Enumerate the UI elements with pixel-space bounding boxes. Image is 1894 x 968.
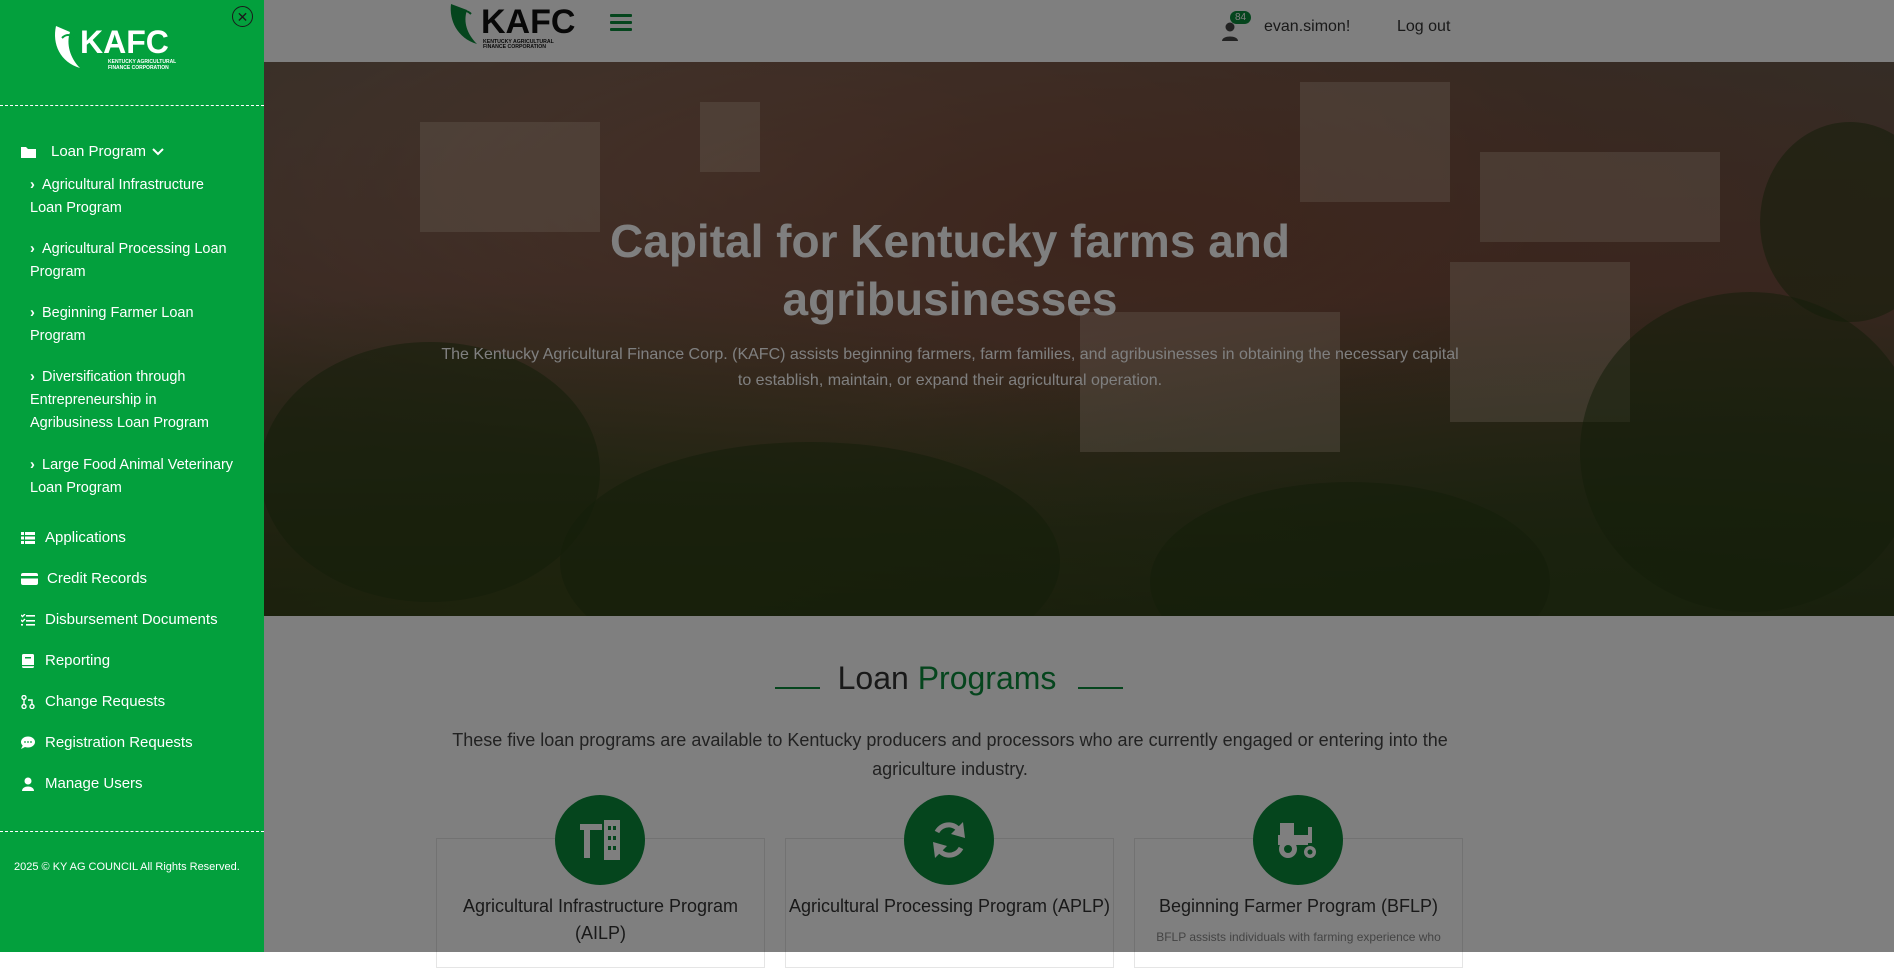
sidebar-item-change-requests[interactable]: Change Requests xyxy=(20,693,165,710)
sidebar-subitem-label: Agricultural Infrastructure Loan Program xyxy=(30,177,204,216)
modal-backdrop[interactable] xyxy=(0,0,1894,952)
sidebar-item-registration-requests[interactable]: Registration Requests xyxy=(20,734,193,751)
sidebar-item-manage-users[interactable]: Manage Users xyxy=(20,775,143,792)
chevron-down-icon xyxy=(152,143,164,160)
credit-card-icon xyxy=(20,571,38,587)
sidebar-item-reporting[interactable]: Reporting xyxy=(20,652,110,669)
sidebar-subitem-label: Diversification through Entrepreneurship… xyxy=(30,369,209,431)
sidebar-subitem-label: Agricultural Processing Loan Program xyxy=(30,241,227,280)
chevron-right-icon: › xyxy=(30,241,35,257)
sidebar-divider-top xyxy=(0,105,264,106)
sidebar-footer: 2025 © KY AG COUNCIL All Rights Reserved… xyxy=(14,861,240,873)
sidebar-item-label: Registration Requests xyxy=(45,734,193,751)
sidebar-item-applications[interactable]: Applications xyxy=(20,529,126,546)
sidebar-item-label: Applications xyxy=(45,529,126,546)
chevron-right-icon: › xyxy=(30,305,35,321)
user-icon xyxy=(20,776,36,792)
table-list-icon xyxy=(20,530,36,546)
sidebar-subitem-ailp[interactable]: › Agricultural Infrastructure Loan Progra… xyxy=(30,174,240,220)
close-sidebar-icon[interactable]: ✕ xyxy=(232,6,253,27)
sidebar-subitem-label: Beginning Farmer Loan Program xyxy=(30,305,194,344)
svg-text:KAFC: KAFC xyxy=(80,24,169,60)
sidebar-subitem-label: Large Food Animal Veterinary Loan Progra… xyxy=(30,457,234,496)
sidebar-item-label: Loan Program xyxy=(51,143,147,160)
sidebar-item-label: Change Requests xyxy=(45,693,166,710)
sidebar-subitem-aplp[interactable]: › Agricultural Processing Loan Program xyxy=(30,238,240,284)
code-pull-icon xyxy=(20,694,36,710)
sidebar: KAFC KENTUCKY AGRICULTURAL FINANCE CORPO… xyxy=(0,0,264,952)
chevron-right-icon: › xyxy=(30,369,35,385)
chevron-right-icon: › xyxy=(30,457,35,473)
sidebar-item-label: Reporting xyxy=(45,652,111,669)
comment-icon xyxy=(20,735,36,751)
svg-text:FINANCE CORPORATION: FINANCE CORPORATION xyxy=(108,65,169,71)
sidebar-item-label: Credit Records xyxy=(47,570,148,587)
sidebar-subitem-deal[interactable]: › Diversification through Entrepreneurshi… xyxy=(30,366,240,435)
sidebar-logo[interactable]: KAFC KENTUCKY AGRICULTURAL FINANCE CORPO… xyxy=(52,20,192,75)
sidebar-divider-bottom xyxy=(0,831,264,832)
checklist-icon xyxy=(20,612,36,628)
sidebar-item-label: Manage Users xyxy=(45,775,143,792)
sidebar-item-loan-program[interactable]: Loan Program xyxy=(20,143,164,160)
sidebar-subitem-lfavlp[interactable]: › Large Food Animal Veterinary Loan Progr… xyxy=(30,454,240,500)
sidebar-subitem-bflp[interactable]: › Beginning Farmer Loan Program xyxy=(30,302,240,348)
sidebar-item-disbursement-documents[interactable]: Disbursement Documents xyxy=(20,611,218,628)
book-icon xyxy=(20,653,36,669)
folder-icon xyxy=(20,144,36,160)
sidebar-item-label: Disbursement Documents xyxy=(45,611,218,628)
sidebar-item-credit-records[interactable]: Credit Records xyxy=(20,570,147,587)
chevron-right-icon: › xyxy=(30,177,35,193)
